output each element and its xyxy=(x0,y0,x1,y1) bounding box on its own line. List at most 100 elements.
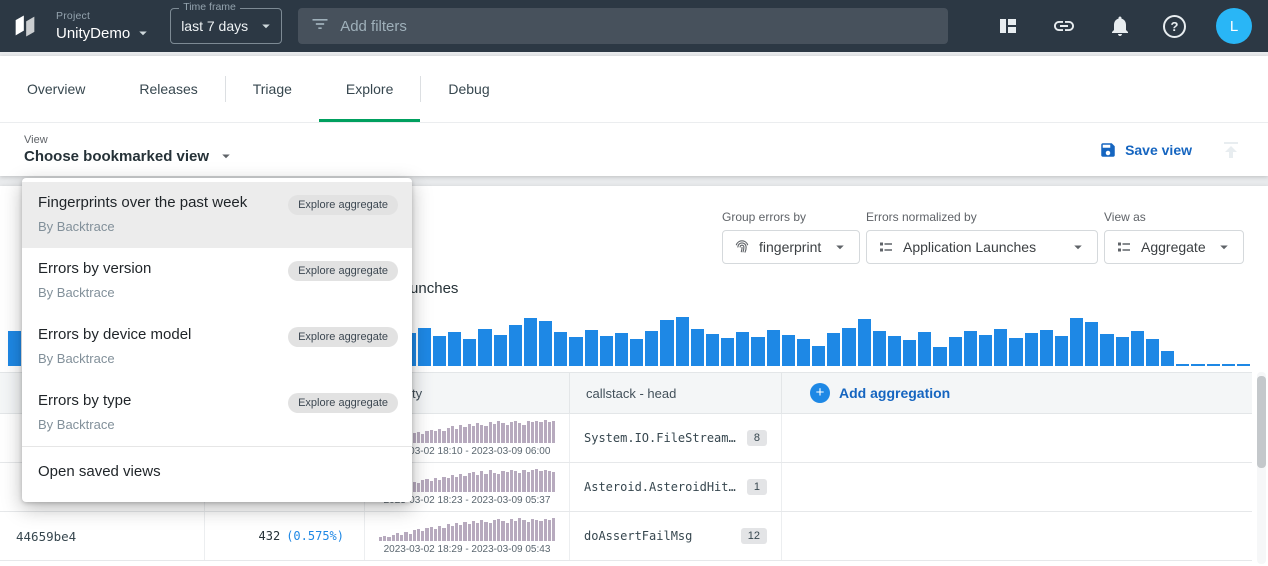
sparkline-bar xyxy=(539,471,542,491)
group-errors-dropdown[interactable]: fingerprint xyxy=(722,230,860,264)
chart-bar[interactable] xyxy=(418,328,431,366)
chart-bar[interactable] xyxy=(1116,337,1129,366)
menu-item-errors-by-device-model[interactable]: Errors by device model Explore aggregate… xyxy=(22,314,412,380)
tab-debug[interactable]: Debug xyxy=(421,56,516,122)
chart-bar[interactable] xyxy=(509,325,522,366)
filter-bar[interactable] xyxy=(298,8,948,44)
chart-bar[interactable] xyxy=(751,337,764,366)
chart-bar[interactable] xyxy=(827,333,840,366)
chart-bar[interactable] xyxy=(767,330,780,366)
add-aggregation-button[interactable]: + Add aggregation xyxy=(782,373,1252,413)
save-view-button[interactable]: Save view xyxy=(1099,141,1192,159)
chart-bar[interactable] xyxy=(478,329,491,366)
cell-callstack: System.IO.FileStream.… 8 xyxy=(570,414,782,462)
chart-bar[interactable] xyxy=(873,331,886,366)
header-callstack-head[interactable]: callstack - head xyxy=(570,373,782,413)
open-saved-views-item[interactable]: Open saved views xyxy=(22,446,412,498)
filter-input[interactable] xyxy=(340,18,936,35)
chart-bar[interactable] xyxy=(933,347,946,366)
chart-bar[interactable] xyxy=(569,337,582,366)
chart-bar[interactable] xyxy=(676,317,689,366)
chart-bar[interactable] xyxy=(979,335,992,366)
page-header-card: Overview Releases Triage Explore Debug V… xyxy=(0,56,1268,176)
table-row[interactable]: 44659be4 432 (0.575%) 2023-03-02 18:29 -… xyxy=(0,512,1252,561)
chart-bar[interactable] xyxy=(888,336,901,366)
notifications-bell-icon[interactable] xyxy=(1107,13,1133,39)
chart-bar[interactable] xyxy=(1100,334,1113,366)
timeframe-selector[interactable]: Time frame last 7 days xyxy=(170,8,282,44)
sparkline-bar xyxy=(425,528,428,541)
chart-bar[interactable] xyxy=(1070,318,1083,366)
chart-bar[interactable] xyxy=(494,335,507,366)
chart-bar[interactable] xyxy=(1040,330,1053,366)
chart-bar[interactable] xyxy=(842,328,855,366)
chart-bar[interactable] xyxy=(463,339,476,367)
chart-bar[interactable] xyxy=(903,340,916,366)
normalized-by-control: Errors normalized by Application Launche… xyxy=(866,210,1098,264)
chart-bar[interactable] xyxy=(433,336,446,366)
tab-releases[interactable]: Releases xyxy=(112,56,224,122)
chart-bar[interactable] xyxy=(1207,364,1220,366)
chart-bar[interactable] xyxy=(1131,331,1144,366)
tab-explore[interactable]: Explore xyxy=(319,56,420,122)
chart-bar[interactable] xyxy=(1176,364,1189,366)
chart-bar[interactable] xyxy=(8,331,21,366)
chart-bar[interactable] xyxy=(1146,339,1159,366)
chart-bar[interactable] xyxy=(797,339,810,367)
sparkline-bar xyxy=(552,518,555,540)
chart-bar[interactable] xyxy=(812,346,825,366)
chart-bar[interactable] xyxy=(1025,333,1038,366)
chart-bar[interactable] xyxy=(645,331,658,366)
sparkline-bar xyxy=(527,421,530,442)
chevron-down-icon xyxy=(217,147,235,165)
normalized-by-dropdown[interactable]: Application Launches xyxy=(866,230,1098,264)
layout-columns-icon[interactable] xyxy=(995,13,1021,39)
chart-bar[interactable] xyxy=(782,335,795,366)
user-avatar[interactable]: L xyxy=(1216,8,1252,44)
menu-item-errors-by-version[interactable]: Errors by version Explore aggregate By B… xyxy=(22,248,412,314)
chart-bar[interactable] xyxy=(1085,322,1098,366)
sparkline-bar xyxy=(417,529,420,541)
chart-bar[interactable] xyxy=(554,332,567,366)
bookmarked-view-dropdown[interactable]: Choose bookmarked view xyxy=(24,147,235,165)
chart-bar[interactable] xyxy=(600,336,613,366)
chart-bar[interactable] xyxy=(585,330,598,366)
chart-bar[interactable] xyxy=(1191,364,1204,366)
sparkline-bar xyxy=(539,422,542,443)
chart-bar[interactable] xyxy=(858,319,871,366)
chart-bar[interactable] xyxy=(721,338,734,366)
sparkline-bar xyxy=(459,525,462,540)
chart-bar[interactable] xyxy=(448,332,461,366)
menu-item-fingerprints-week[interactable]: Fingerprints over the past week Explore … xyxy=(22,182,412,248)
chart-bar[interactable] xyxy=(630,339,643,366)
chart-bar[interactable] xyxy=(706,334,719,366)
sparkline-bar xyxy=(421,434,424,443)
chart-bar[interactable] xyxy=(1055,336,1068,366)
chart-bar[interactable] xyxy=(949,337,962,366)
view-as-dropdown[interactable]: Aggregate xyxy=(1104,230,1244,264)
chart-bar[interactable] xyxy=(736,332,749,366)
chart-bar[interactable] xyxy=(994,329,1007,366)
sparkline-bar xyxy=(518,473,521,491)
backtrace-logo[interactable] xyxy=(10,11,40,41)
chart-bar[interactable] xyxy=(1222,364,1235,366)
chart-bar[interactable] xyxy=(1009,338,1022,366)
link-icon[interactable] xyxy=(1051,13,1077,39)
chart-bar[interactable] xyxy=(660,320,673,366)
project-selector[interactable]: Project UnityDemo xyxy=(56,10,152,42)
help-icon[interactable]: ? xyxy=(1163,15,1186,38)
chart-bar[interactable] xyxy=(691,329,704,366)
chart-bar[interactable] xyxy=(1161,351,1174,366)
tab-overview[interactable]: Overview xyxy=(0,56,112,122)
scrollbar-thumb[interactable] xyxy=(1257,376,1266,468)
save-icon xyxy=(1099,141,1117,159)
tab-triage[interactable]: Triage xyxy=(226,56,319,122)
menu-item-errors-by-type[interactable]: Errors by type Explore aggregate By Back… xyxy=(22,380,412,446)
chart-bar[interactable] xyxy=(1237,364,1250,366)
scroll-to-top-icon[interactable] xyxy=(1218,137,1244,163)
chart-bar[interactable] xyxy=(918,332,931,366)
chart-bar[interactable] xyxy=(615,333,628,366)
chart-bar[interactable] xyxy=(539,321,552,366)
chart-bar[interactable] xyxy=(964,331,977,366)
chart-bar[interactable] xyxy=(524,318,537,366)
